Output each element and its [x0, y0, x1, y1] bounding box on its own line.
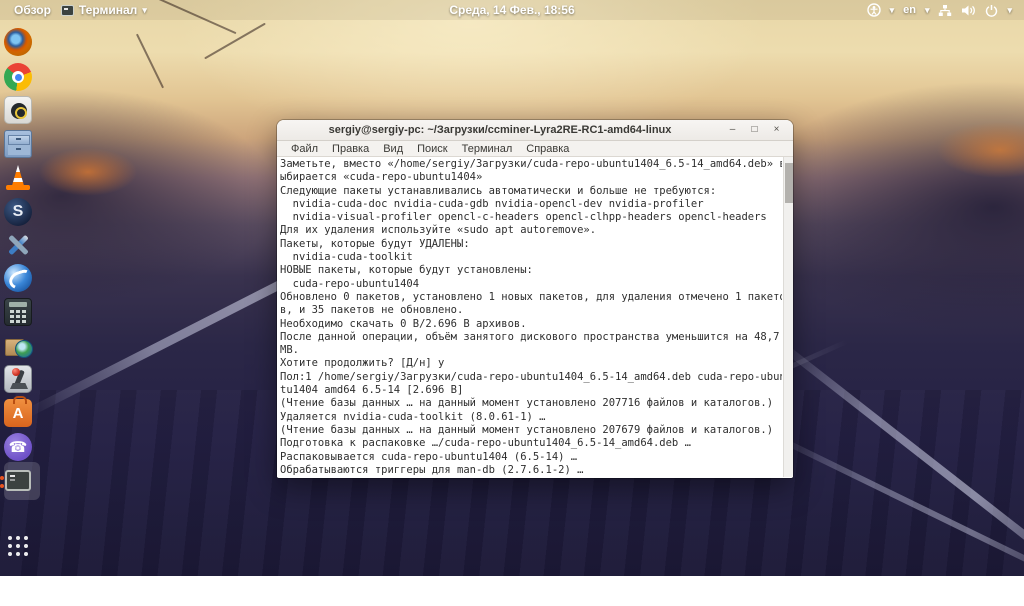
minimize-button[interactable]: –	[726, 124, 739, 137]
terminal-icon	[5, 470, 31, 491]
power-icon[interactable]	[985, 4, 998, 17]
scrollbar[interactable]	[783, 157, 793, 477]
dock-item-terminal-active[interactable]	[4, 467, 32, 495]
terminal-window: sergiy@sergiy-pc: ~/Загрузки/ccminer-Lyr…	[277, 120, 793, 478]
dock-item-viber[interactable]: ☎	[4, 433, 32, 461]
terminal-content-area[interactable]: Заметьте, вместо «/home/sergiy/Загрузки/…	[277, 157, 793, 477]
show-applications-icon	[4, 532, 32, 560]
window-title: sergiy@sergiy-pc: ~/Загрузки/ccminer-Lyr…	[277, 124, 723, 136]
thunderbird-icon	[4, 264, 32, 292]
steam-icon: S	[4, 198, 32, 226]
dock-item-chrome[interactable]	[4, 63, 32, 91]
dock-item-firefox[interactable]	[4, 28, 32, 56]
launcher-dock: S A ☎	[0, 20, 38, 576]
wallpaper-branch	[136, 34, 164, 89]
maximize-button[interactable]: □	[748, 124, 761, 137]
calculator-icon	[4, 298, 32, 326]
activities-button[interactable]: Обзор	[14, 3, 51, 17]
menu-item[interactable]: Правка	[325, 143, 376, 155]
dock-item-hardware-switch[interactable]	[4, 365, 32, 393]
terminal-output: Заметьте, вместо «/home/sergiy/Загрузки/…	[280, 158, 782, 477]
software-center-icon: A	[4, 399, 32, 427]
close-button[interactable]: ×	[770, 124, 783, 137]
chevron-down-icon: ▾	[925, 5, 930, 16]
dock-item-calculator[interactable]	[4, 298, 32, 326]
viber-icon: ☎	[4, 433, 32, 461]
file-cabinet-icon	[4, 130, 32, 158]
dock-item-vlc[interactable]	[4, 163, 32, 191]
app-menu-label: Терминал	[79, 3, 137, 17]
dock-item-software-center[interactable]: A	[4, 399, 32, 427]
menu-item[interactable]: Справка	[519, 143, 576, 155]
dock-item-camera-app[interactable]	[4, 96, 32, 124]
firefox-icon	[4, 28, 32, 56]
window-titlebar[interactable]: sergiy@sergiy-pc: ~/Загрузки/ccminer-Lyr…	[277, 120, 793, 141]
dock-item-system-tools[interactable]	[4, 231, 32, 259]
dock-item-file-cabinet[interactable]	[4, 130, 32, 158]
scrollbar-thumb[interactable]	[785, 163, 793, 203]
dock-item-thunderbird[interactable]	[4, 264, 32, 292]
menu-item[interactable]: Вид	[376, 143, 410, 155]
keyboard-layout-indicator[interactable]: en	[903, 4, 916, 16]
wallpaper-branch	[204, 23, 266, 60]
switch-lever-icon	[4, 365, 32, 393]
package-globe-icon	[4, 331, 32, 359]
dock-item-show-applications[interactable]	[4, 530, 32, 558]
tools-icon	[4, 231, 32, 259]
accessibility-icon[interactable]	[867, 3, 881, 17]
running-indicator-dots	[0, 476, 4, 480]
dock-item-steam[interactable]: S	[4, 198, 32, 226]
volume-icon[interactable]	[961, 4, 976, 17]
top-bar: Обзор Терминал ▾ Среда, 14 Фев., 18:56 ▾…	[0, 0, 1024, 20]
chrome-icon	[4, 63, 32, 91]
menu-item[interactable]: Поиск	[410, 143, 454, 155]
chevron-down-icon: ▾	[890, 5, 895, 16]
app-menu[interactable]: Терминал ▾	[61, 3, 147, 17]
menu-bar: ФайлПравкаВидПоискТерминалСправка	[277, 141, 793, 157]
dock-item-package-manager[interactable]	[4, 331, 32, 359]
menu-item[interactable]: Терминал	[455, 143, 520, 155]
vlc-icon	[4, 163, 32, 191]
camera-app-icon	[4, 96, 32, 124]
menu-item[interactable]: Файл	[284, 143, 325, 155]
chevron-down-icon: ▾	[142, 5, 147, 16]
chevron-down-icon: ▾	[1007, 5, 1012, 16]
network-wired-icon[interactable]	[938, 4, 952, 17]
terminal-mini-icon	[61, 5, 74, 16]
